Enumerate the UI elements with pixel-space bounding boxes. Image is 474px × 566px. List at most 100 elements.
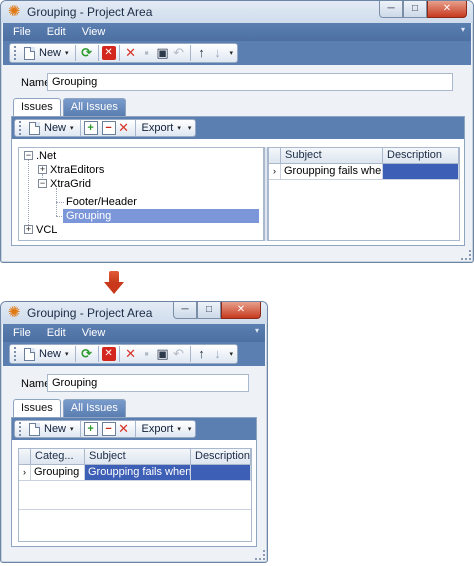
project-area-window-after: ✺ Grouping - Project Area ─ □ ✕ File Edi… (0, 301, 268, 563)
export-label: Export (141, 122, 174, 134)
close-button[interactable]: ✕ (427, 1, 467, 18)
toolbar-grip[interactable] (19, 422, 22, 436)
tree-node-xtragrid[interactable]: XtraGrid (50, 177, 91, 191)
title-bar[interactable]: ✺ Grouping - Project Area ─ □ ✕ (1, 1, 473, 23)
issues-new-button[interactable]: New ▾ (26, 420, 77, 438)
toolbar-overflow-icon[interactable]: ▾ (188, 425, 192, 433)
issues-toolstrip: New ▾ + − ✕ Export ▾ ▾ (12, 418, 256, 440)
cell-subject[interactable]: Groupping fails when ... (281, 164, 383, 180)
cross-icon[interactable]: ✕ (123, 44, 139, 62)
cell-description[interactable] (383, 164, 459, 180)
menu-options-arrow-icon[interactable]: ▾ (255, 326, 259, 335)
arrow-down-icon (104, 271, 124, 295)
gear-icon: ✺ (7, 304, 21, 321)
new-document-icon (24, 46, 35, 60)
cell-description[interactable] (191, 465, 251, 481)
cross-icon[interactable]: ✕ (123, 345, 139, 363)
cross-icon[interactable]: ✕ (116, 119, 132, 137)
new-dropdown-icon: ▾ (65, 50, 69, 57)
column-header-description[interactable]: Description (191, 449, 251, 465)
tab-issues[interactable]: Issues (13, 98, 61, 116)
save-disabled-icon[interactable]: ▪ (139, 345, 155, 363)
save-icon[interactable]: ▣ (155, 345, 171, 363)
column-header-category[interactable]: Categ... (31, 449, 85, 465)
tree-node-net[interactable]: .Net (36, 149, 56, 163)
cell-category[interactable]: Grouping (31, 465, 85, 481)
arrow-down-icon[interactable]: ↓ (210, 44, 226, 62)
title-bar[interactable]: ✺ Grouping - Project Area ─ □ ✕ (1, 302, 267, 324)
name-input[interactable] (47, 374, 249, 392)
column-header-subject[interactable]: Subject (281, 148, 383, 164)
tab-all-issues[interactable]: All Issues (62, 98, 126, 116)
cell-subject[interactable]: Groupping fails when ... (85, 465, 191, 481)
toolbar-separator (189, 45, 191, 61)
tab-strip: Issues All Issues (13, 399, 128, 417)
menu-edit[interactable]: Edit (47, 327, 66, 339)
expander-net[interactable]: − (24, 151, 33, 160)
issues-new-button[interactable]: New ▾ (26, 119, 77, 137)
new-document-icon (24, 347, 35, 361)
export-button[interactable]: Export ▾ (139, 119, 184, 137)
menu-file[interactable]: File (13, 327, 31, 339)
menu-file[interactable]: File (13, 26, 31, 38)
name-input[interactable] (47, 73, 453, 91)
arrow-up-icon[interactable]: ↑ (194, 345, 210, 363)
expander-xtragrid[interactable]: − (38, 179, 47, 188)
remove-record-icon[interactable]: − (101, 121, 116, 135)
toolbar-grip[interactable] (19, 121, 22, 135)
undo-icon[interactable]: ↶ (171, 44, 187, 62)
maximize-button[interactable]: □ (197, 302, 221, 319)
delete-icon[interactable]: ✕ (101, 347, 116, 361)
toolbar-overflow-icon[interactable]: ▾ (230, 49, 234, 57)
size-grip[interactable] (461, 250, 471, 260)
row-indicator-icon[interactable]: › (269, 164, 281, 180)
new-document-icon (29, 121, 40, 135)
tab-issues[interactable]: Issues (13, 399, 61, 417)
tab-all-issues[interactable]: All Issues (62, 399, 126, 417)
main-toolbar: New ▾ ⟳ ✕ ✕ ▪ ▣ ↶ ↑ ↓ ▾ (9, 344, 239, 364)
new-button[interactable]: New ▾ (21, 345, 72, 363)
grid-corner (269, 148, 281, 164)
minimize-button[interactable]: ─ (379, 1, 403, 18)
arrow-down-icon[interactable]: ↓ (210, 345, 226, 363)
expander-xtraeditors[interactable]: + (38, 165, 47, 174)
new-button-label: New (39, 348, 62, 360)
save-disabled-icon[interactable]: ▪ (139, 44, 155, 62)
tree-node-footer-header[interactable]: Footer/Header (66, 195, 137, 209)
menu-edit[interactable]: Edit (47, 26, 66, 38)
issues-panel: New ▾ + − ✕ Export ▾ ▾ Categ... Subject (11, 417, 257, 547)
toolbar-grip[interactable] (14, 46, 17, 60)
new-button-label: New (39, 47, 62, 59)
size-grip[interactable] (255, 550, 265, 560)
menu-view[interactable]: View (82, 327, 106, 339)
export-button[interactable]: Export ▾ (139, 420, 184, 438)
menu-options-arrow-icon[interactable]: ▾ (461, 25, 465, 34)
undo-icon[interactable]: ↶ (171, 345, 187, 363)
column-header-description[interactable]: Description (383, 148, 459, 164)
refresh-icon[interactable]: ⟳ (79, 44, 95, 62)
tree-node-vcl[interactable]: VCL (36, 223, 57, 237)
column-header-subject[interactable]: Subject (85, 449, 191, 465)
tree-node-grouping[interactable]: Grouping (63, 209, 259, 223)
tree-node-xtraeditors[interactable]: XtraEditors (50, 163, 104, 177)
refresh-icon[interactable]: ⟳ (79, 345, 95, 363)
row-indicator-icon[interactable]: › (19, 465, 31, 481)
save-icon[interactable]: ▣ (155, 44, 171, 62)
add-record-icon[interactable]: + (83, 121, 98, 135)
arrow-up-icon[interactable]: ↑ (194, 44, 210, 62)
toolbar-overflow-icon[interactable]: ▾ (230, 350, 234, 358)
new-button[interactable]: New ▾ (21, 44, 72, 62)
maximize-button[interactable]: □ (403, 1, 427, 18)
close-button[interactable]: ✕ (221, 302, 261, 319)
remove-record-icon[interactable]: − (101, 422, 116, 436)
add-record-icon[interactable]: + (83, 422, 98, 436)
menu-view[interactable]: View (82, 26, 106, 38)
toolbar-overflow-icon[interactable]: ▾ (188, 124, 192, 132)
expander-vcl[interactable]: + (24, 225, 33, 234)
category-tree[interactable]: − .Net + XtraEditors − XtraGrid Footer/H… (18, 147, 264, 241)
cross-icon[interactable]: ✕ (116, 420, 132, 438)
issues-new-label: New (44, 423, 67, 435)
delete-icon[interactable]: ✕ (101, 46, 116, 60)
minimize-button[interactable]: ─ (173, 302, 197, 319)
toolbar-grip[interactable] (14, 347, 17, 361)
